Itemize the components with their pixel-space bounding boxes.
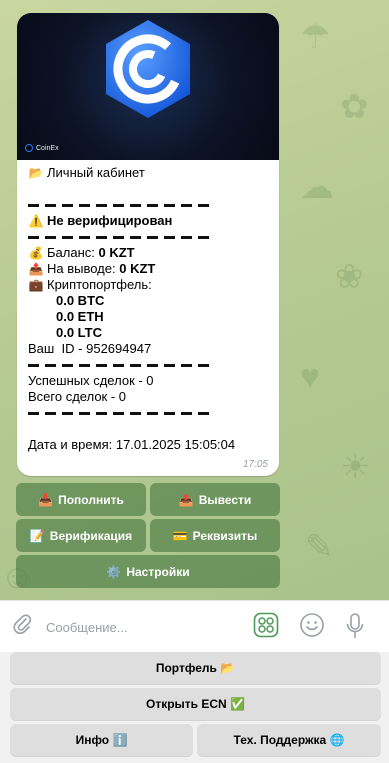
settings-button[interactable]: ⚙️ Настройки — [16, 555, 280, 588]
outbox-tray-icon: 📤 — [178, 492, 194, 507]
doodle-icon: ❀ — [335, 258, 364, 296]
microphone-icon[interactable] — [345, 612, 365, 640]
doodle-icon: ☂ — [300, 18, 331, 56]
crypto-btc: 0.0 BTC — [56, 293, 105, 308]
info-button[interactable]: Инфо ℹ️ — [10, 724, 193, 756]
attach-icon[interactable] — [0, 613, 44, 641]
separator — [28, 197, 273, 213]
withdraw-line: 📤 На выводе: 0 KZT — [28, 261, 156, 276]
inline-keyboard: 📥 Пополнить 📤 Вывести 📝 Верификация 💳 Ре… — [16, 483, 280, 591]
gear-icon: ⚙️ — [106, 564, 122, 579]
open-ecn-button[interactable]: Открыть ECN ✅ — [10, 688, 381, 720]
separator — [28, 357, 273, 373]
crypto-eth: 0.0 ETH — [56, 309, 104, 324]
message-input-bar — [0, 600, 389, 653]
warning-icon: ⚠️ — [28, 214, 44, 228]
crypto-ltc: 0.0 LTC — [56, 325, 102, 340]
support-button[interactable]: Тех. Поддержка 🌐 — [197, 724, 381, 756]
portfolio-line: 💼 Криптопортфель: — [28, 277, 152, 292]
user-id: Ваш ID - 952694947 — [28, 341, 152, 356]
bot-message-bubble: CoinEx 📂 Личный кабинет ⚠️ Не верифицирова… — [17, 13, 279, 476]
money-bag-icon: 💰 — [28, 246, 44, 260]
separator — [28, 405, 273, 421]
message-input[interactable] — [44, 618, 238, 636]
folder-icon: 📂 — [28, 166, 44, 180]
balance-line: 💰 Баланс: 0 KZT — [28, 245, 135, 260]
bot-menu-icon[interactable] — [253, 612, 279, 638]
verification-status: ⚠️ Не верифицирован — [28, 213, 173, 228]
message-time: 17:05 — [242, 459, 268, 470]
doodle-icon: ♥ — [300, 358, 321, 396]
datetime: Дата и время: 17.01.2025 15:05:04 — [28, 437, 236, 452]
banner-brand: CoinEx — [25, 144, 59, 152]
requisites-button[interactable]: 💳 Реквизиты — [150, 519, 280, 552]
coinex-logo-icon — [106, 19, 190, 118]
verification-button[interactable]: 📝 Верификация — [16, 519, 146, 552]
message-header: 📂 Личный кабинет — [28, 165, 145, 180]
withdraw-button[interactable]: 📤 Вывести — [150, 483, 280, 516]
coinex-banner-image: CoinEx — [17, 13, 279, 160]
memo-icon: 📝 — [29, 528, 45, 543]
separator — [28, 229, 273, 245]
doodle-icon: ☀ — [340, 448, 371, 486]
deposit-button[interactable]: 📥 Пополнить — [16, 483, 146, 516]
coinex-small-logo-icon — [25, 144, 33, 152]
doodle-icon: ✎ — [305, 528, 334, 566]
portfolio-button[interactable]: Портфель 📂 — [10, 652, 381, 684]
briefcase-icon: 💼 — [28, 278, 44, 292]
credit-card-icon: 💳 — [172, 528, 188, 543]
inbox-tray-icon: 📥 — [38, 492, 54, 507]
doodle-icon: ✿ — [340, 88, 369, 126]
emoji-icon[interactable] — [299, 612, 325, 638]
deals-total: Всего сделок - 0 — [28, 389, 127, 404]
doodle-icon: ☁ — [300, 168, 334, 206]
banner-brand-text: CoinEx — [36, 144, 59, 152]
outbox-icon: 📤 — [28, 262, 44, 276]
deals-success: Успешных сделок - 0 — [28, 373, 154, 388]
message-text: 📂 Личный кабинет ⚠️ Не верифицирован 💰 Бала… — [28, 165, 273, 453]
reply-keyboard: Портфель 📂 Открыть ECN ✅ Инфо ℹ️ Тех. По… — [0, 652, 389, 763]
